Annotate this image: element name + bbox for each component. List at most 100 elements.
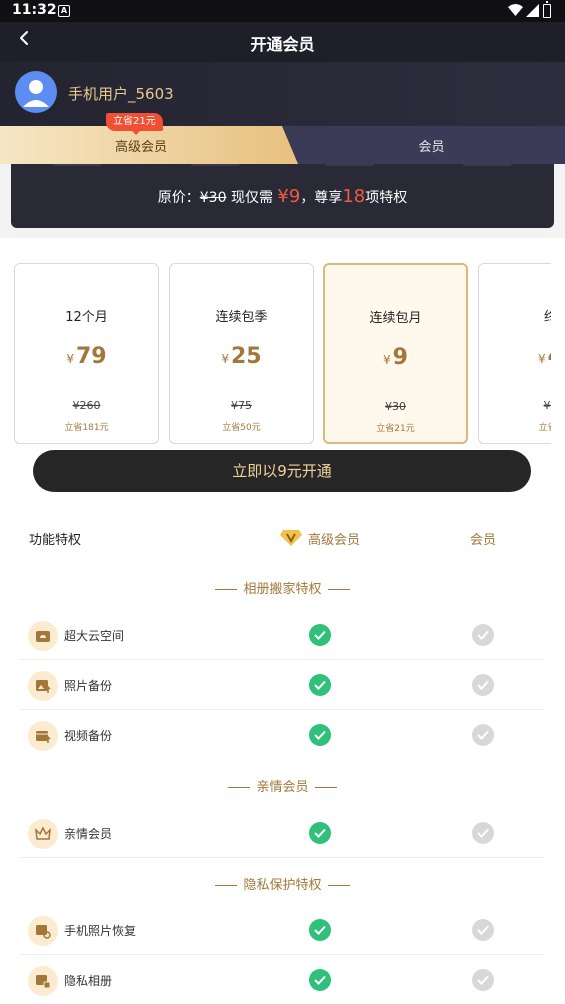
check-icon	[472, 724, 494, 746]
photo-restore-icon	[28, 916, 58, 946]
feature-name: 隐私相册	[64, 974, 113, 988]
price-prefix: 原价：	[157, 190, 200, 206]
membership-tabs: 高级会员 会员	[0, 126, 565, 164]
battery-icon	[543, 1, 551, 18]
plan-saving: 立省21元	[376, 424, 415, 434]
price-summary: 原价：¥30 现仅需 ¥9，尊享18项特权	[11, 164, 554, 228]
check-icon	[309, 919, 331, 941]
plan-saving: 立省181元	[64, 423, 109, 433]
section-album: 相册搬家特权	[0, 578, 565, 597]
column-premium-label: 高级会员	[308, 533, 361, 548]
section-title: 相册搬家特权	[243, 582, 322, 597]
tab-member[interactable]: 会员	[298, 136, 565, 155]
column-member: 会员	[470, 533, 497, 548]
plan-price-value: 9	[392, 345, 408, 370]
video-backup-icon	[28, 721, 58, 751]
plan-saving: 立省4	[538, 423, 551, 433]
wifi-icon	[508, 4, 523, 16]
divider	[215, 885, 238, 886]
feature-row-cloud: 超大云空间	[20, 610, 545, 660]
notification-icon: A	[58, 5, 70, 17]
currency-symbol: ¥	[383, 353, 391, 367]
feature-row-photo-restore: 手机照片恢复	[20, 905, 545, 955]
decor-tick	[463, 164, 511, 166]
avatar	[15, 71, 57, 113]
check-icon	[309, 674, 331, 696]
plan-price: ¥25	[170, 344, 313, 369]
check-icon	[472, 822, 494, 844]
plan-card-quarterly[interactable]: 连续包季 ¥25 ¥75 立省50元	[169, 263, 314, 444]
plan-name: 终	[543, 310, 551, 325]
check-icon	[472, 624, 494, 646]
feature-name: 视频备份	[64, 729, 113, 743]
plan-original-price: ¥30	[385, 400, 406, 413]
cloud-storage-icon	[28, 621, 58, 651]
plan-name: 12个月	[65, 310, 108, 325]
price-sep: ，尊享	[300, 190, 343, 206]
plan-original-price: ¥75	[231, 399, 252, 412]
decor-tick	[326, 164, 374, 166]
feature-name: 超大云空间	[64, 629, 125, 643]
section-family: 亲情会员	[0, 776, 565, 795]
plan-card-12-months[interactable]: 12个月 ¥79 ¥260 立省181元	[14, 263, 159, 444]
feature-row-private-album: 隐私相册	[20, 955, 545, 1004]
check-icon	[309, 822, 331, 844]
nav-bar: 开通会员	[0, 22, 565, 62]
currency-symbol: ¥	[221, 352, 229, 366]
tab-premium[interactable]: 高级会员	[0, 126, 298, 164]
section-title: 隐私保护特权	[243, 878, 322, 893]
divider	[314, 787, 337, 788]
signal-icon	[526, 4, 539, 17]
price-line: 原价：¥30 现仅需 ¥9，尊享18项特权	[11, 186, 554, 207]
check-icon	[309, 724, 331, 746]
plan-original-price: ¥9	[543, 399, 552, 412]
divider	[327, 885, 350, 886]
feature-name: 亲情会员	[64, 827, 113, 841]
check-icon	[472, 674, 494, 696]
section-title: 亲情会员	[256, 780, 309, 795]
plan-price: ¥79	[15, 344, 158, 369]
status-time: 11:32	[12, 2, 57, 18]
plan-list: 12个月 ¥79 ¥260 立省181元 连续包季 ¥25 ¥75 立省50元 …	[14, 263, 551, 445]
privilege-count: 18	[342, 186, 366, 207]
column-feature: 功能特权	[29, 533, 82, 548]
feature-name: 手机照片恢复	[64, 924, 137, 938]
plan-card-lifetime[interactable]: 终 ¥4 ¥9 立省4	[478, 263, 551, 444]
plan-price: ¥9	[325, 345, 466, 370]
header: 11:32 A 开通会员 手机用户_5603 高级会员 会员 立省21元 原价：…	[0, 0, 565, 238]
user-bar: 手机用户_5603	[0, 62, 565, 126]
feature-row-photo-backup: 照片备份	[20, 660, 545, 710]
divider	[327, 589, 350, 590]
plan-original-price: ¥260	[72, 399, 101, 412]
currency-symbol: ¥	[538, 352, 546, 366]
check-icon	[472, 969, 494, 991]
username: 手机用户_5603	[68, 85, 174, 103]
feature-row-family-member: 亲情会员	[20, 808, 545, 858]
activate-button[interactable]: 立即以9元开通	[33, 450, 531, 492]
divider	[228, 787, 251, 788]
price-suffix: 项特权	[365, 190, 408, 206]
price-mid: 现仅需	[226, 190, 278, 206]
page-title: 开通会员	[250, 35, 315, 54]
save-badge: 立省21元	[106, 113, 163, 135]
vip-diamond-icon	[280, 530, 302, 546]
currency-symbol: ¥	[66, 352, 74, 366]
column-premium: 高级会员	[280, 529, 360, 548]
photo-backup-icon	[28, 671, 58, 701]
feature-row-video-backup: 视频备份	[20, 710, 545, 760]
section-privacy: 隐私保护特权	[0, 874, 565, 893]
crown-icon	[28, 819, 58, 849]
divider	[215, 589, 238, 590]
plan-name: 连续包季	[215, 310, 268, 325]
decor-tick	[191, 164, 239, 166]
feature-name: 照片备份	[64, 679, 113, 693]
check-icon	[309, 969, 331, 991]
check-icon	[309, 624, 331, 646]
plan-price-value: 79	[76, 344, 107, 369]
plan-card-monthly[interactable]: 连续包月 ¥9 ¥30 立省21元	[323, 263, 468, 444]
user-avatar-icon	[23, 80, 49, 107]
current-price: ¥9	[277, 186, 301, 207]
tab-premium-label: 高级会员	[114, 140, 167, 155]
plan-price-value: 4	[548, 344, 551, 369]
decor-tick	[53, 164, 101, 166]
